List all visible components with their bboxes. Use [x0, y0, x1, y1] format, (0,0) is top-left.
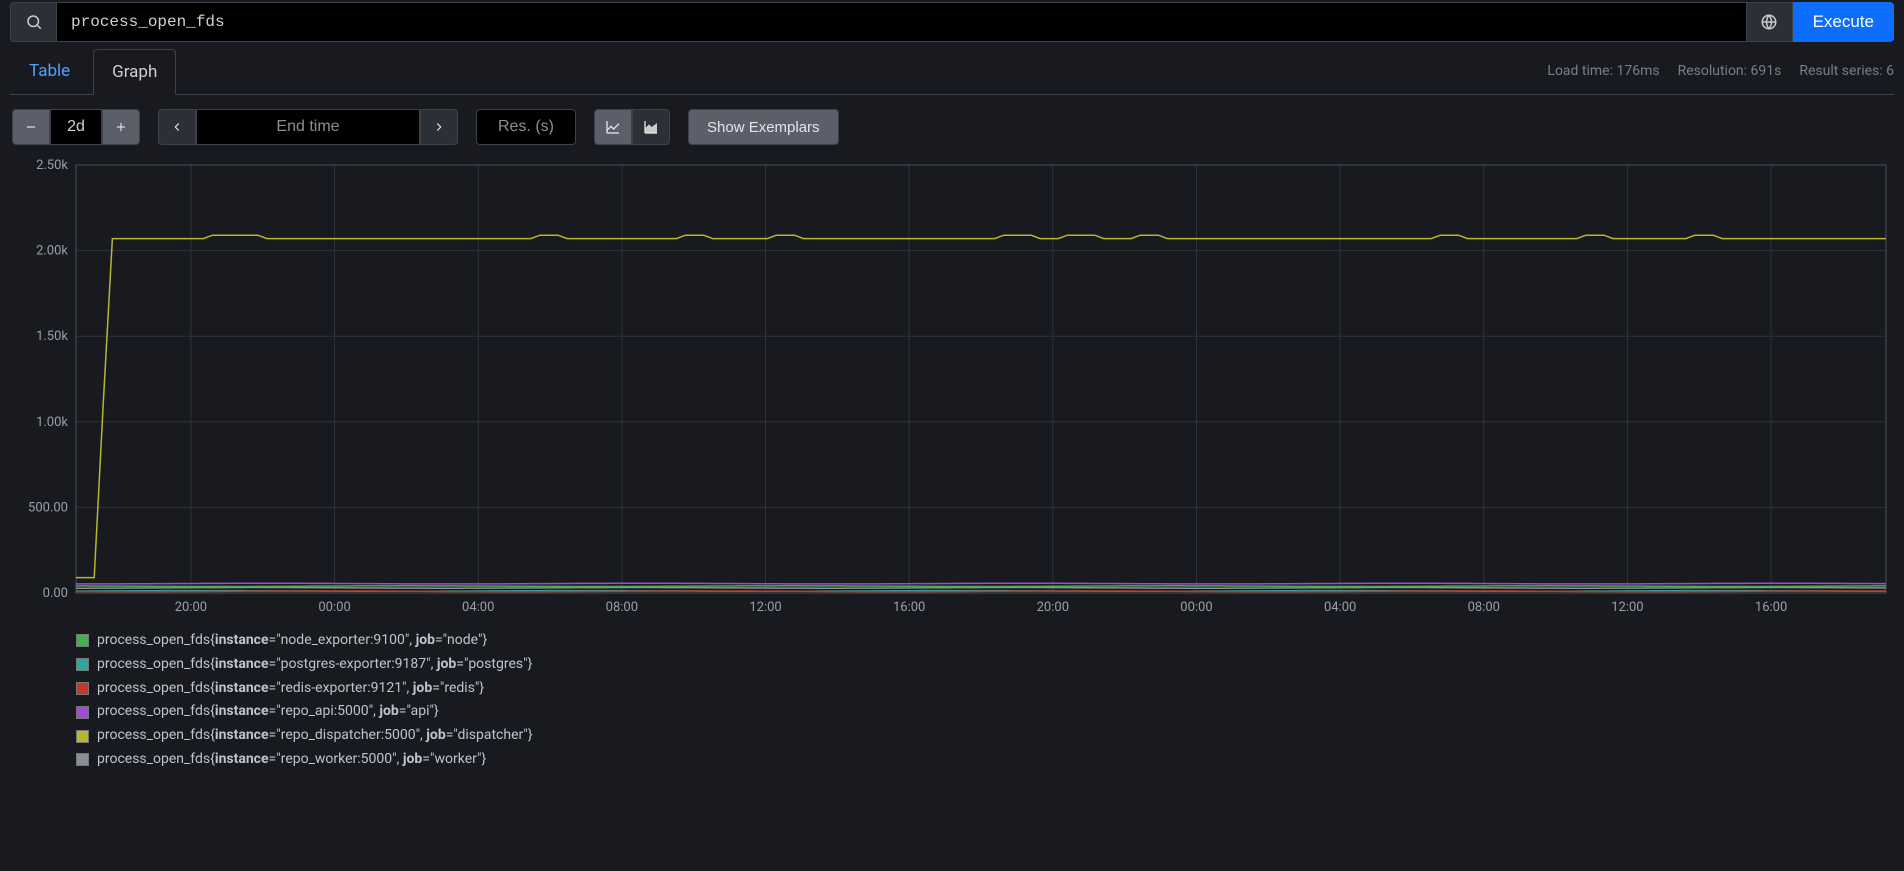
- svg-text:1.00k: 1.00k: [36, 415, 68, 430]
- legend-swatch: [76, 682, 89, 695]
- query-bar: Execute: [0, 0, 1904, 42]
- svg-text:16:00: 16:00: [893, 600, 925, 615]
- legend-swatch: [76, 634, 89, 647]
- legend-label: process_open_fds{instance="postgres-expo…: [97, 653, 532, 677]
- endtime-forward-button[interactable]: [420, 109, 458, 145]
- endtime-input[interactable]: [196, 109, 420, 145]
- svg-text:2.50k: 2.50k: [36, 159, 68, 173]
- legend: process_open_fds{instance="node_exporter…: [0, 619, 1904, 772]
- svg-text:12:00: 12:00: [1611, 600, 1643, 615]
- svg-text:20:00: 20:00: [175, 600, 207, 615]
- status-load-time: Load time: 176ms: [1547, 63, 1659, 79]
- svg-text:12:00: 12:00: [749, 600, 781, 615]
- area-chart-icon: [643, 119, 659, 135]
- legend-swatch: [76, 753, 89, 766]
- resolution-input[interactable]: [476, 109, 576, 145]
- legend-item[interactable]: process_open_fds{instance="repo_dispatch…: [76, 724, 1904, 748]
- legend-label: process_open_fds{instance="redis-exporte…: [97, 677, 484, 701]
- legend-label: process_open_fds{instance="repo_worker:5…: [97, 748, 486, 772]
- legend-swatch: [76, 730, 89, 743]
- chevron-left-icon: [170, 120, 184, 134]
- legend-item[interactable]: process_open_fds{instance="repo_api:5000…: [76, 700, 1904, 724]
- legend-label: process_open_fds{instance="repo_api:5000…: [97, 700, 439, 724]
- svg-text:00:00: 00:00: [318, 600, 350, 615]
- legend-item[interactable]: process_open_fds{instance="node_exporter…: [76, 629, 1904, 653]
- status-info: Load time: 176ms Resolution: 691s Result…: [1547, 63, 1894, 79]
- endtime-back-button[interactable]: [158, 109, 196, 145]
- range-decrease-button[interactable]: [12, 109, 50, 145]
- legend-label: process_open_fds{instance="node_exporter…: [97, 629, 487, 653]
- tab-table[interactable]: Table: [10, 48, 89, 94]
- endtime-group: [158, 109, 458, 145]
- svg-text:2.00k: 2.00k: [36, 244, 68, 259]
- svg-text:1.50k: 1.50k: [36, 329, 68, 344]
- chart-mode-group: [594, 109, 670, 145]
- status-result-series: Result series: 6: [1799, 63, 1894, 79]
- expression-input[interactable]: [56, 2, 1747, 42]
- controls-row: Show Exemplars: [0, 95, 1904, 159]
- format-button[interactable]: [1747, 2, 1793, 42]
- svg-text:0.00: 0.00: [43, 586, 68, 601]
- legend-swatch: [76, 658, 89, 671]
- search-icon: [25, 13, 43, 31]
- range-group: [12, 109, 140, 145]
- svg-text:16:00: 16:00: [1755, 600, 1787, 615]
- tab-graph[interactable]: Graph: [93, 49, 176, 95]
- line-chart-icon: [605, 119, 621, 135]
- legend-item[interactable]: process_open_fds{instance="postgres-expo…: [76, 653, 1904, 677]
- svg-text:08:00: 08:00: [1468, 600, 1500, 615]
- svg-text:04:00: 04:00: [1324, 600, 1356, 615]
- globe-icon: [1760, 13, 1778, 31]
- minus-icon: [24, 120, 38, 134]
- legend-item[interactable]: process_open_fds{instance="repo_worker:5…: [76, 748, 1904, 772]
- legend-label: process_open_fds{instance="repo_dispatch…: [97, 724, 533, 748]
- svg-text:04:00: 04:00: [462, 600, 494, 615]
- svg-text:00:00: 00:00: [1180, 600, 1212, 615]
- range-input[interactable]: [50, 109, 102, 145]
- chevron-right-icon: [432, 120, 446, 134]
- show-exemplars-button[interactable]: Show Exemplars: [688, 109, 839, 145]
- svg-text:08:00: 08:00: [606, 600, 638, 615]
- stacked-chart-button[interactable]: [632, 109, 670, 145]
- execute-button[interactable]: Execute: [1793, 2, 1894, 42]
- range-increase-button[interactable]: [102, 109, 140, 145]
- plus-icon: [114, 120, 128, 134]
- status-resolution: Resolution: 691s: [1678, 63, 1782, 79]
- svg-text:20:00: 20:00: [1037, 600, 1069, 615]
- chart[interactable]: 0.00 500.00 1.00k 1.50k 2.00k 2.50k 20:00 00:00…: [12, 159, 1892, 619]
- metrics-explorer-button[interactable]: [10, 2, 56, 42]
- svg-text:500.00: 500.00: [28, 500, 68, 515]
- tabs-row: Table Graph Load time: 176ms Resolution:…: [0, 42, 1904, 94]
- line-chart-button[interactable]: [594, 109, 632, 145]
- legend-item[interactable]: process_open_fds{instance="redis-exporte…: [76, 677, 1904, 701]
- legend-swatch: [76, 706, 89, 719]
